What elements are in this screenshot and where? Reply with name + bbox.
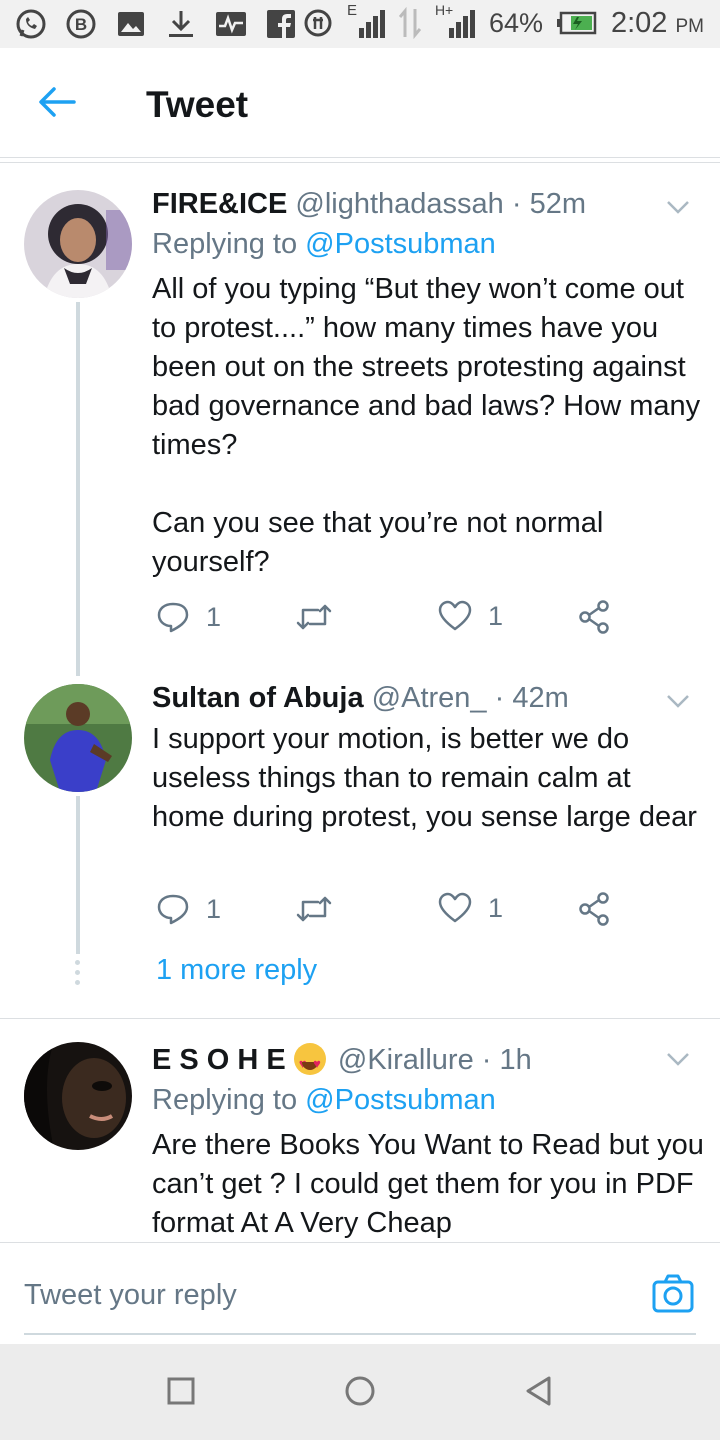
timestamp: · 42m [494, 682, 569, 714]
tweet-content: FIRE&ICE @lighthadassah · 52m Replying t… [152, 186, 704, 582]
username[interactable]: @Kirallure [338, 1044, 474, 1076]
tweet-actions: 1 1 [152, 600, 632, 644]
username[interactable]: @lighthadassah [295, 188, 503, 220]
b-badge-icon: B [64, 7, 98, 41]
header-divider [0, 162, 720, 163]
mention-link[interactable]: @Postsubman [305, 228, 496, 260]
tweet-meta: E S O H E @Kirallure · 1h [152, 1042, 704, 1082]
tweet-content: E S O H E @Kirallure · 1h Replying to @P… [152, 1042, 704, 1244]
recent-apps-icon[interactable] [164, 1374, 198, 1408]
battery-icon [556, 11, 597, 35]
reply-button[interactable]: 1 [156, 892, 221, 926]
status-bar: B E H+ 64% 2:02 PM [0, 0, 720, 48]
more-replies-link[interactable]: 1 more reply [156, 954, 317, 987]
display-name[interactable]: E S O H E [152, 1044, 286, 1076]
system-status: E H+ 64% 2:02 PM [303, 2, 704, 40]
mention-link[interactable]: @Postsubman [305, 1084, 496, 1116]
chevron-down-icon[interactable] [664, 686, 692, 714]
like-button[interactable]: 1 [438, 892, 503, 924]
heart-icon [438, 600, 472, 631]
battery-percent: 64% [488, 7, 543, 38]
share-icon [579, 600, 609, 634]
share-icon [579, 892, 609, 926]
tweet-text: I support your motion, is better we do u… [152, 723, 697, 833]
reply-button[interactable]: 1 [156, 600, 221, 634]
tweet-meta: FIRE&ICE @lighthadassah · 52m [152, 186, 704, 222]
download-icon [164, 7, 198, 41]
display-name[interactable]: FIRE&ICE [152, 188, 287, 220]
thread-separator [0, 1018, 720, 1019]
camera-icon[interactable] [652, 1273, 694, 1315]
data-saver-icon [304, 9, 332, 37]
svg-text:B: B [75, 15, 87, 34]
like-count: 1 [488, 892, 504, 923]
heart-icon [438, 892, 472, 923]
signal-2-icon: H+ [435, 2, 475, 40]
chevron-down-icon[interactable] [664, 192, 692, 220]
back-nav-icon[interactable] [522, 1374, 556, 1408]
input-underline [24, 1333, 696, 1335]
activity-icon [214, 7, 248, 41]
like-count: 1 [488, 600, 504, 631]
share-button[interactable] [578, 600, 610, 634]
like-button[interactable]: 1 [438, 600, 503, 632]
share-button[interactable] [578, 892, 610, 926]
thread-line [76, 302, 80, 676]
data-transfer-icon [398, 7, 421, 39]
avatar[interactable] [24, 190, 132, 298]
reply-count: 1 [206, 601, 222, 632]
chevron-down-icon[interactable] [664, 1044, 692, 1072]
app-header: Tweet [0, 48, 720, 163]
tweet-text: Are there Books You Want to Read but you… [152, 1129, 704, 1239]
notification-icons: B [14, 7, 298, 41]
thread-line [76, 796, 80, 954]
back-arrow-icon[interactable] [34, 80, 78, 124]
tweet-meta: Sultan of Abuja @Atren_ · 42m [152, 680, 704, 716]
tweet-content: Sultan of Abuja @Atren_ · 42m I support … [152, 680, 704, 837]
facebook-icon [264, 7, 298, 41]
avatar[interactable] [24, 1042, 132, 1150]
system-nav-bar [0, 1344, 720, 1440]
home-icon[interactable] [343, 1374, 377, 1408]
replying-to: Replying to @Postsubman [152, 1084, 496, 1116]
thread-dots [74, 960, 82, 990]
reply-count: 1 [206, 893, 222, 924]
retweet-icon [296, 604, 332, 630]
reply-icon [157, 894, 189, 925]
username[interactable]: @Atren_ [372, 682, 487, 714]
clock: 2:02 PM [610, 6, 704, 39]
reply-composer: Tweet your reply [0, 1242, 720, 1344]
heart-eyes-emoji-icon [293, 1043, 326, 1082]
signal-1-icon: E [347, 2, 385, 40]
display-name[interactable]: Sultan of Abuja [152, 682, 364, 714]
timestamp: · 52m [511, 188, 587, 220]
retweet-button[interactable] [296, 892, 332, 926]
reply-icon [157, 602, 189, 633]
page-title: Tweet [146, 84, 249, 125]
image-icon [114, 7, 148, 41]
timestamp: · 1h [481, 1044, 532, 1076]
retweet-button[interactable] [296, 600, 332, 634]
retweet-icon [296, 896, 332, 922]
avatar[interactable] [24, 684, 132, 792]
whatsapp-icon [14, 7, 48, 41]
tweet-text: All of you typing “But they won’t come o… [152, 273, 701, 578]
tweet-actions: 1 1 [152, 892, 632, 936]
reply-input[interactable]: Tweet your reply [24, 1279, 237, 1312]
replying-to: Replying to @Postsubman [152, 228, 496, 260]
